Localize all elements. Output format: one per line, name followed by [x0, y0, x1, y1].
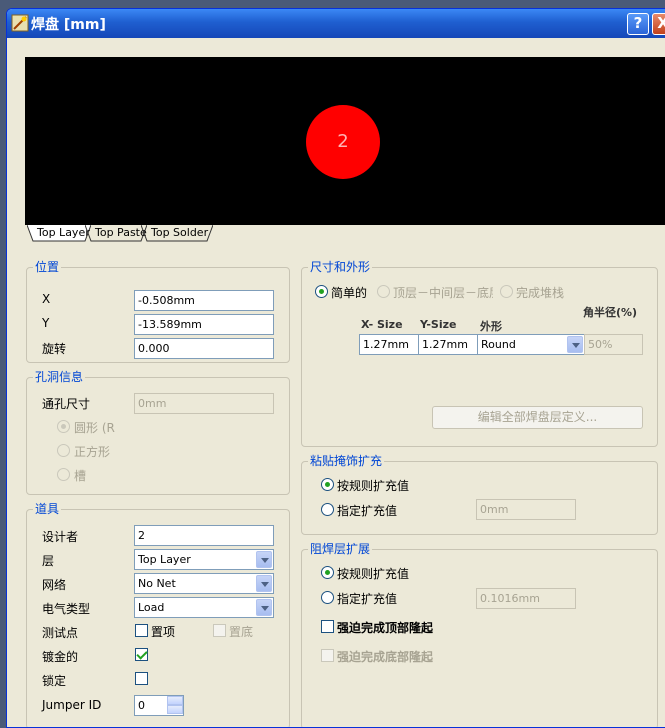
pad-preview-shape: 2 — [306, 105, 380, 179]
designator-label: 设计者 — [42, 530, 79, 544]
solder-mask-group: 阻焊层扩展 按规则扩充值 指定扩充值 0.1016mm 强迫完成顶部隆起 强迫完… — [301, 542, 658, 727]
x-size-header: X- Size — [361, 318, 403, 331]
hole-info-group: 孔洞信息 通孔尺寸 0mm 圆形 (R 正方形 槽 — [26, 370, 290, 495]
chevron-down-icon[interactable] — [256, 575, 272, 592]
hole-shape-slot-radio[interactable] — [57, 468, 70, 481]
corner-radius-header: 角半径(%) — [583, 306, 638, 319]
shape-select-value: Round — [481, 338, 516, 351]
chevron-down-icon[interactable] — [256, 599, 272, 616]
tab-top-solder[interactable]: Top Solder — [141, 225, 213, 242]
hole-shape-round-label: 圆形 (R — [74, 421, 115, 435]
mode-tmb-label: 顶层－中间层－底层 — [393, 286, 493, 300]
x-size-input[interactable]: 1.27mm — [359, 334, 419, 355]
rotation-label: 旋转 — [42, 342, 67, 356]
tab-top-layer-label: Top Layer — [37, 226, 90, 239]
testpoint-bottom-checkbox[interactable] — [213, 624, 226, 637]
solder-mask-group-title: 阻焊层扩展 — [308, 542, 373, 556]
jumper-id-label: Jumper ID — [42, 698, 102, 712]
layer-label: 层 — [42, 554, 55, 568]
plated-label: 镀金的 — [42, 650, 79, 664]
electrical-type-select[interactable]: Load — [134, 597, 274, 618]
net-label: 网络 — [42, 578, 67, 592]
spin-up-icon[interactable] — [167, 696, 183, 705]
testpoint-top-label: 置项 — [151, 625, 176, 639]
net-select[interactable]: No Net — [134, 573, 274, 594]
locked-label: 锁定 — [42, 674, 67, 688]
window-title: 焊盘 [mm] — [31, 17, 106, 33]
y-input[interactable]: -13.589mm — [134, 314, 274, 335]
position-group: 位置 X -0.508mm Y -13.589mm 旋转 0.000 — [26, 260, 290, 363]
mode-simple-label: 简单的 — [331, 286, 368, 300]
solder-specified-label: 指定扩充值 — [337, 592, 398, 606]
x-label: X — [42, 292, 51, 306]
tab-top-paste-label: Top Paste — [95, 226, 147, 239]
solder-by-rule-label: 按规则扩充值 — [337, 567, 410, 581]
mode-simple-radio[interactable] — [315, 285, 328, 298]
tab-top-layer[interactable]: Top Layer — [27, 225, 91, 242]
paste-expansion-input[interactable]: 0mm — [476, 499, 576, 520]
x-input[interactable]: -0.508mm — [134, 290, 274, 311]
hole-shape-square-label: 正方形 — [74, 445, 111, 459]
shape-select[interactable]: Round — [477, 334, 585, 355]
pad-preview-canvas: 2 — [25, 57, 665, 225]
solder-by-rule-radio[interactable] — [321, 566, 334, 579]
electrical-type-value: Load — [138, 601, 165, 614]
chevron-down-icon[interactable] — [567, 336, 583, 353]
mode-full-stack-radio[interactable] — [500, 285, 513, 298]
testpoint-label: 测试点 — [42, 626, 79, 640]
mode-full-stack-label: 完成堆栈 — [516, 286, 565, 300]
hole-size-input[interactable]: 0mm — [134, 393, 274, 414]
spin-down-icon[interactable] — [167, 705, 183, 714]
hole-info-group-title: 孔洞信息 — [33, 370, 86, 384]
net-select-value: No Net — [138, 577, 176, 590]
close-button[interactable]: X — [652, 13, 665, 35]
designator-input[interactable]: 2 — [134, 525, 274, 546]
paste-mask-group-title: 粘贴掩饰扩充 — [308, 454, 385, 468]
hole-shape-round-radio[interactable] — [57, 420, 70, 433]
chevron-down-icon[interactable] — [256, 551, 272, 568]
paste-by-rule-radio[interactable] — [321, 478, 334, 491]
paste-specified-label: 指定扩充值 — [337, 504, 398, 518]
testpoint-top-checkbox[interactable] — [135, 624, 148, 637]
pad-tool-icon — [11, 14, 29, 32]
solder-specified-radio[interactable] — [321, 591, 334, 604]
y-label: Y — [42, 316, 50, 330]
force-tent-top-checkbox[interactable] — [321, 620, 334, 633]
paste-specified-radio[interactable] — [321, 503, 334, 516]
shape-header: 外形 — [480, 320, 502, 333]
y-size-input[interactable]: 1.27mm — [418, 334, 478, 355]
rotation-input[interactable]: 0.000 — [134, 338, 274, 359]
plated-checkbox[interactable] — [135, 648, 148, 661]
properties-group-title: 道具 — [33, 502, 62, 516]
force-tent-bottom-label: 强迫完成底部隆起 — [337, 650, 434, 664]
solder-expansion-input[interactable]: 0.1016mm — [476, 588, 576, 609]
properties-group: 道具 设计者 2 层 Top Layer 网络 No Net 电气类型 Load… — [26, 502, 290, 727]
edit-all-pad-layers-button[interactable]: 编辑全部焊盘层定义... — [432, 406, 643, 429]
hole-shape-square-radio[interactable] — [57, 444, 70, 457]
testpoint-bottom-label: 置底 — [229, 625, 254, 639]
force-tent-top-label: 强迫完成顶部隆起 — [337, 621, 434, 635]
title-bar[interactable]: 焊盘 [mm] ? X — [7, 9, 665, 38]
hole-shape-slot-label: 槽 — [74, 469, 87, 483]
pad-dialog-window: 焊盘 [mm] ? X 2 Top Layer Top Paste Top So… — [6, 8, 665, 728]
corner-radius-input[interactable]: 50% — [584, 334, 643, 355]
tab-top-paste[interactable]: Top Paste — [85, 225, 147, 242]
paste-mask-group: 粘贴掩饰扩充 按规则扩充值 指定扩充值 0mm — [301, 454, 658, 535]
y-size-header: Y-Size — [420, 318, 457, 331]
locked-checkbox[interactable] — [135, 672, 148, 685]
position-group-title: 位置 — [33, 260, 62, 274]
mode-tmb-radio[interactable] — [377, 285, 390, 298]
layer-select-value: Top Layer — [138, 553, 191, 566]
size-shape-group-title: 尺寸和外形 — [308, 260, 373, 274]
layer-select[interactable]: Top Layer — [134, 549, 274, 570]
help-button[interactable]: ? — [627, 13, 649, 35]
force-tent-bottom-checkbox[interactable] — [321, 649, 334, 662]
electrical-type-label: 电气类型 — [42, 602, 91, 616]
paste-by-rule-label: 按规则扩充值 — [337, 479, 410, 493]
tab-top-solder-label: Top Solder — [151, 226, 209, 239]
jumper-id-spinner[interactable] — [167, 696, 183, 715]
hole-size-label: 通孔尺寸 — [42, 397, 91, 411]
size-shape-group: 尺寸和外形 简单的 顶层－中间层－底层 完成堆栈 角半径(%) X- Size … — [301, 260, 658, 447]
